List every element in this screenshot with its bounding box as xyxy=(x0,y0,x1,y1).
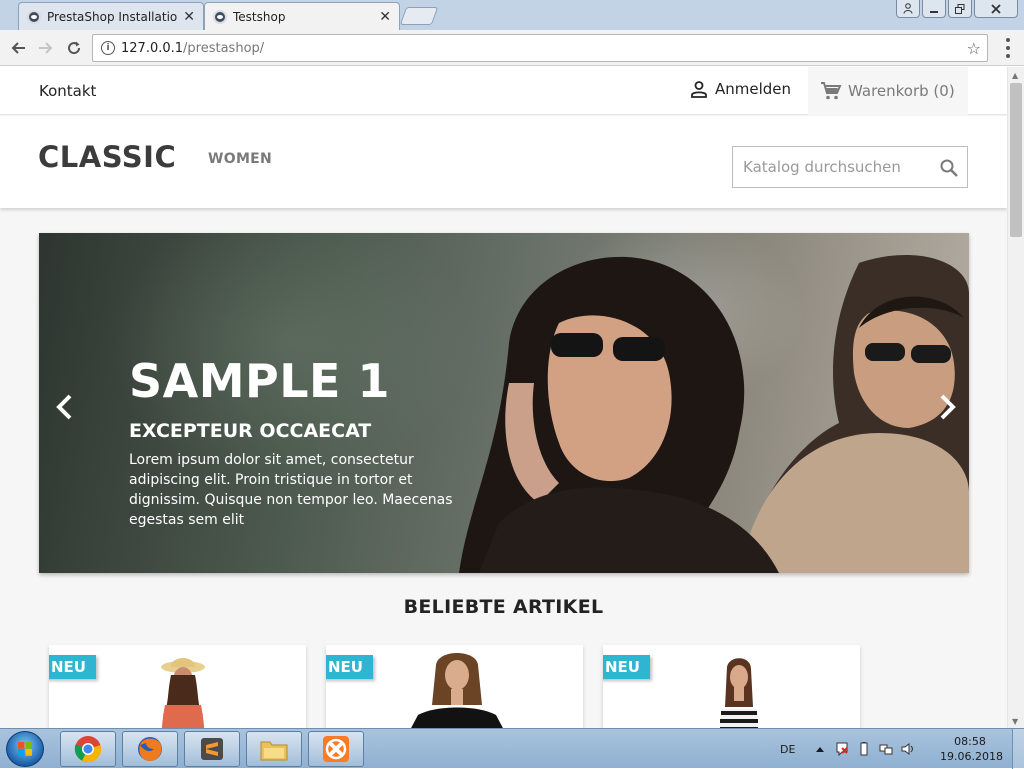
close-window-button[interactable] xyxy=(974,0,1018,18)
url-path: /prestashop/ xyxy=(183,40,265,56)
reload-icon xyxy=(68,41,81,55)
taskbar-sublime[interactable] xyxy=(184,731,240,767)
search-placeholder: Katalog durchsuchen xyxy=(743,158,901,176)
xampp-icon xyxy=(323,736,349,762)
scroll-down-arrow-icon[interactable]: ▼ xyxy=(1012,717,1018,726)
tab-testshop[interactable]: Testshop ✕ xyxy=(204,2,400,30)
shop-header: CLASSIC WOMEN Katalog durchsuchen xyxy=(0,116,1007,208)
page-scrollbar[interactable]: ▲ ▼ xyxy=(1007,67,1024,728)
popular-products-title: BELIEBTE ARTIKEL xyxy=(403,596,604,618)
restore-icon xyxy=(955,3,965,14)
new-badge: NEU xyxy=(49,655,96,679)
search-input[interactable]: Katalog durchsuchen xyxy=(732,146,968,188)
network-icon[interactable] xyxy=(879,742,893,756)
browser-tab-bar: PrestaShop Installation A ✕ Testshop ✕ xyxy=(0,0,1024,30)
tab-prestashop-installation[interactable]: PrestaShop Installation A ✕ xyxy=(18,2,204,30)
browser-menu-icon[interactable] xyxy=(1000,38,1016,58)
slide-text: Lorem ipsum dolor sit amet, consectetur … xyxy=(129,452,453,528)
menu-item-women[interactable]: WOMEN xyxy=(208,151,272,167)
slide-title: SAMPLE 1 xyxy=(129,354,390,408)
action-center-icon[interactable] xyxy=(835,742,849,756)
taskbar-firefox[interactable] xyxy=(122,731,178,767)
new-badge: NEU xyxy=(603,655,650,679)
forward-button[interactable] xyxy=(34,36,58,60)
back-button[interactable] xyxy=(6,36,30,60)
restore-button[interactable] xyxy=(948,0,972,18)
signin-label: Anmelden xyxy=(715,80,792,98)
minimize-icon xyxy=(930,10,938,13)
browser-toolbar: i 127.0.0.1/prestashop/ ☆ xyxy=(0,30,1024,66)
tab-title: Testshop xyxy=(233,9,286,24)
clock-date: 19.06.2018 xyxy=(940,750,1003,763)
url-host: 127.0.0.1 xyxy=(121,40,184,56)
show-hidden-icons-icon[interactable] xyxy=(813,742,827,756)
windows-taskbar: DE 08:58 19.06.2018 xyxy=(0,728,1024,769)
user-icon xyxy=(903,3,913,14)
back-arrow-icon xyxy=(11,42,25,54)
forward-arrow-icon xyxy=(39,42,53,54)
clock-time: 08:58 xyxy=(954,735,986,748)
hero-slider[interactable]: SAMPLE 1 EXCEPTEUR OCCAECAT Lorem ipsum … xyxy=(39,233,969,573)
contact-link[interactable]: Kontakt xyxy=(39,82,96,100)
chrome-icon xyxy=(74,736,102,763)
reload-button[interactable] xyxy=(62,36,86,60)
address-bar[interactable]: i 127.0.0.1/prestashop/ ☆ xyxy=(92,34,988,62)
show-desktop-button[interactable] xyxy=(1012,729,1024,769)
prestashop-favicon-icon xyxy=(27,9,41,24)
page-viewport: Kontakt Anmelden Warenkorb (0) CLASSIC W… xyxy=(0,67,1007,728)
info-icon[interactable]: i xyxy=(101,41,115,55)
cart-button[interactable]: Warenkorb (0) xyxy=(808,67,968,115)
cart-label: Warenkorb (0) xyxy=(848,82,955,100)
tab-title: PrestaShop Installation A xyxy=(47,9,178,24)
firefox-icon xyxy=(138,737,162,761)
folder-icon xyxy=(260,741,288,761)
start-button[interactable] xyxy=(6,731,44,767)
product-card[interactable]: NEU xyxy=(603,645,860,728)
scroll-thumb[interactable] xyxy=(1010,83,1022,237)
search-icon[interactable] xyxy=(939,158,959,178)
system-tray: DE xyxy=(780,729,919,769)
scroll-up-arrow-icon[interactable]: ▲ xyxy=(1012,71,1018,80)
close-icon xyxy=(991,3,1001,14)
window-controls xyxy=(896,0,1018,18)
user-icon xyxy=(691,81,707,98)
product-card[interactable]: NEU xyxy=(326,645,583,728)
clock[interactable]: 08:58 19.06.2018 xyxy=(940,734,1003,764)
tab-close-icon[interactable]: ✕ xyxy=(183,9,195,25)
taskbar-chrome[interactable] xyxy=(60,731,116,767)
minimize-button[interactable] xyxy=(922,0,946,18)
language-indicator[interactable]: DE xyxy=(780,743,795,756)
taskbar-xampp[interactable] xyxy=(308,731,364,767)
battery-icon[interactable] xyxy=(857,742,871,756)
volume-icon[interactable] xyxy=(901,742,915,756)
shop-logo[interactable]: CLASSIC xyxy=(38,140,176,174)
new-badge: NEU xyxy=(326,655,373,679)
sublime-text-icon xyxy=(201,738,223,760)
slide-subtitle: EXCEPTEUR OCCAECAT xyxy=(129,420,372,442)
product-card[interactable]: NEU xyxy=(49,645,306,728)
shop-topbar: Kontakt Anmelden Warenkorb (0) xyxy=(0,67,1007,115)
prestashop-favicon-icon xyxy=(213,9,227,24)
bookmark-star-icon[interactable]: ☆ xyxy=(967,39,981,58)
slider-prev-arrow-icon[interactable] xyxy=(53,393,77,421)
user-profile-button[interactable] xyxy=(896,0,920,18)
tab-close-icon[interactable]: ✕ xyxy=(379,9,391,25)
new-tab-button[interactable] xyxy=(399,7,439,25)
taskbar-explorer[interactable] xyxy=(246,731,302,767)
shopping-cart-icon xyxy=(821,82,842,100)
slider-next-arrow-icon[interactable] xyxy=(935,393,959,421)
signin-link[interactable]: Anmelden xyxy=(690,80,791,98)
